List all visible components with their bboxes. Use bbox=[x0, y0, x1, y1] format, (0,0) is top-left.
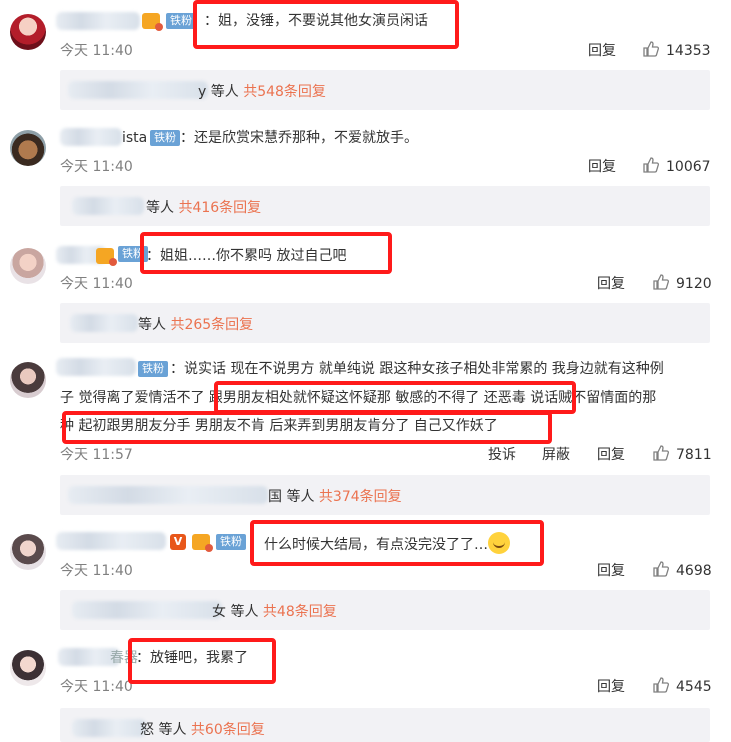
like-count: 4698 bbox=[676, 563, 712, 579]
thumb-up-icon bbox=[643, 41, 660, 57]
like-count: 7811 bbox=[676, 447, 712, 463]
comment-text: ：姐，没锤，不要说其他女演员闲话 bbox=[204, 13, 428, 29]
avatar[interactable] bbox=[10, 362, 46, 398]
reply-button[interactable]: 回复 bbox=[597, 444, 625, 464]
comment-time: 今天 11:40 bbox=[60, 563, 133, 579]
like-button[interactable]: 14353 bbox=[642, 40, 711, 59]
reply-users-blurred bbox=[72, 197, 144, 215]
comment-time: 今天 11:40 bbox=[60, 679, 133, 695]
thumb-up-icon bbox=[643, 157, 660, 173]
like-count: 4545 bbox=[676, 679, 712, 695]
comment-time: 今天 11:57 bbox=[60, 447, 133, 463]
reply-users-label: 怒 等人 bbox=[140, 722, 187, 738]
like-button[interactable]: 7811 bbox=[652, 444, 712, 463]
like-button[interactable]: 9120 bbox=[652, 273, 712, 292]
level-icon bbox=[142, 13, 163, 31]
reply-users-blurred bbox=[68, 486, 268, 504]
comment-text: ：放锤吧，我累了 bbox=[136, 650, 248, 666]
fan-badge: 铁粉 bbox=[138, 361, 168, 377]
comment-text: ：还是欣赏宋慧乔那种，不爱就放手。 bbox=[180, 130, 418, 146]
reply-users-label: 等人 bbox=[138, 317, 166, 333]
reply-users-blurred bbox=[68, 81, 208, 99]
fan-badge: 铁粉 bbox=[118, 246, 148, 262]
reply-users-label: 女 等人 bbox=[212, 604, 259, 620]
avatar[interactable] bbox=[10, 14, 46, 50]
replies-summary[interactable]: 女 等人 共48条回复 bbox=[60, 590, 710, 630]
avatar[interactable] bbox=[10, 130, 46, 166]
username-blurred[interactable] bbox=[56, 532, 166, 550]
like-count: 14353 bbox=[666, 43, 711, 59]
level-icon bbox=[96, 248, 117, 266]
username-blurred[interactable] bbox=[56, 12, 140, 30]
reply-users-label: 国 等人 bbox=[268, 489, 315, 505]
level-icon bbox=[192, 534, 213, 552]
reply-button[interactable]: 回复 bbox=[588, 156, 616, 176]
reply-count-link[interactable]: 共48条回复 bbox=[263, 604, 337, 620]
reply-button[interactable]: 回复 bbox=[597, 560, 625, 580]
comment-text: 什么时候大结局，有点没完没了了… bbox=[264, 532, 510, 555]
replies-summary[interactable]: 等人 共416条回复 bbox=[60, 186, 710, 226]
block-button[interactable]: 屏蔽 bbox=[542, 444, 570, 464]
reply-count-link[interactable]: 共374条回复 bbox=[319, 489, 402, 505]
reply-users-label: 等人 bbox=[146, 200, 174, 216]
reply-button[interactable]: 回复 bbox=[597, 676, 625, 696]
like-button[interactable]: 4698 bbox=[652, 560, 712, 579]
thumb-up-icon bbox=[653, 445, 670, 461]
replies-summary[interactable]: y 等人 共548条回复 bbox=[60, 70, 710, 110]
reply-count-link[interactable]: 共60条回复 bbox=[191, 722, 265, 738]
avatar[interactable] bbox=[10, 248, 46, 284]
avatar[interactable] bbox=[10, 534, 46, 570]
reply-count-link[interactable]: 共548条回复 bbox=[243, 84, 326, 100]
comment-time: 今天 11:40 bbox=[60, 159, 133, 175]
replies-summary[interactable]: 国 等人 共374条回复 bbox=[60, 475, 710, 515]
comment-text-line2: 子 觉得离了爱情活不了 跟男朋友相处就怀疑这怀疑那 敏感的不得了 还恶毒 说话贼… bbox=[60, 390, 657, 406]
fan-badge: 铁粉 bbox=[216, 534, 246, 550]
fan-badge: 铁粉 bbox=[150, 130, 180, 146]
comment-text-content: 什么时候大结局，有点没完没了了… bbox=[264, 537, 488, 553]
report-button[interactable]: 投诉 bbox=[488, 444, 516, 464]
username-suffix[interactable]: ista bbox=[122, 128, 147, 148]
comment-text-line3: 种 起初跟男朋友分手 男朋友不肯 后来弄到男朋友肯分了 自己又作妖了 bbox=[60, 418, 498, 434]
thumb-up-icon bbox=[653, 561, 670, 577]
username-blurred[interactable] bbox=[56, 358, 136, 376]
reply-users-label: y 等人 bbox=[198, 84, 239, 100]
reply-users-blurred bbox=[72, 719, 146, 737]
reply-button[interactable]: 回复 bbox=[588, 40, 616, 60]
reply-count-link[interactable]: 共265条回复 bbox=[170, 317, 253, 333]
like-button[interactable]: 4545 bbox=[652, 676, 712, 695]
reply-users-blurred bbox=[72, 601, 222, 619]
comment-time: 今天 11:40 bbox=[60, 276, 133, 292]
thumb-up-icon bbox=[653, 274, 670, 290]
like-count: 9120 bbox=[676, 276, 712, 292]
username-blurred[interactable] bbox=[60, 128, 122, 146]
replies-summary[interactable]: 等人 共265条回复 bbox=[60, 303, 710, 343]
reply-users-blurred bbox=[70, 314, 138, 332]
username-suffix[interactable]: 春器 bbox=[110, 648, 138, 668]
comment-time: 今天 11:40 bbox=[60, 43, 133, 59]
reply-count-link[interactable]: 共416条回复 bbox=[178, 200, 261, 216]
crying-laugh-emoji-icon bbox=[488, 532, 510, 554]
thumb-up-icon bbox=[653, 677, 670, 693]
fan-badge: 铁粉 bbox=[166, 13, 196, 29]
like-button[interactable]: 10067 bbox=[642, 156, 711, 175]
reply-button[interactable]: 回复 bbox=[597, 273, 625, 293]
like-count: 10067 bbox=[666, 159, 711, 175]
replies-summary[interactable]: 怒 等人 共60条回复 bbox=[60, 708, 710, 742]
avatar[interactable] bbox=[10, 650, 46, 686]
vip-badge: V bbox=[170, 534, 186, 550]
comment-text: ：姐姐……你不累吗 放过自己吧 bbox=[146, 248, 347, 264]
comment-text-line1: ：说实话 现在不说男方 就单纯说 跟这种女孩子相处非常累的 我身边就有这种例 bbox=[170, 361, 664, 377]
